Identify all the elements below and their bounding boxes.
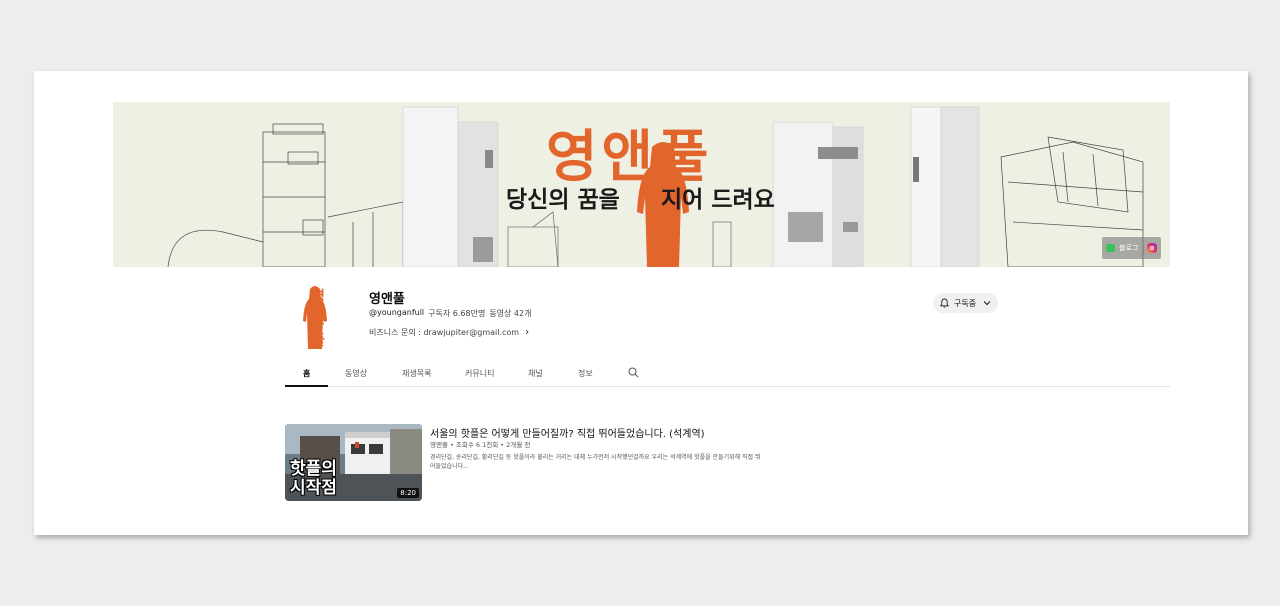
channel-avatar[interactable]: 영 앤 풀: [298, 281, 338, 351]
business-contact-text: 비즈니스 문의 : drawjupiter@gmail.com: [369, 328, 520, 337]
svg-text:앤: 앤: [312, 310, 325, 327]
chevron-right-icon: ›: [525, 327, 530, 338]
active-tab-underline: [285, 385, 328, 387]
chevron-down-icon: [983, 301, 991, 306]
tab-about[interactable]: 정보: [578, 368, 593, 379]
thumbnail-text-line2: 시작점: [290, 478, 337, 498]
business-contact-link[interactable]: 비즈니스 문의 : drawjupiter@gmail.com ›: [369, 327, 529, 338]
svg-text:풀: 풀: [312, 333, 325, 349]
instagram-icon[interactable]: [1147, 243, 1157, 253]
channel-tabs: 홈 동영상 재생목록 커뮤니티 채널 정보: [285, 361, 1170, 387]
channel-handle: @younganfull: [369, 308, 425, 317]
video-title[interactable]: 서울의 핫플은 어떻게 만들어질까? 직접 뛰어들었습니다. (석계역): [430, 425, 705, 440]
video-thumbnail[interactable]: 핫플의 시작점 8:20: [285, 424, 422, 501]
subscribed-label: 구독중: [954, 298, 977, 308]
tab-channels[interactable]: 채널: [528, 368, 543, 379]
thumbnail-text-line1: 핫플의: [290, 459, 337, 479]
channel-name: 영앤풀: [369, 292, 405, 307]
channel-meta: @younganfull 구독자 6.68만명 동영상 42개: [369, 308, 531, 319]
blog-link-label[interactable]: 블로그: [1119, 243, 1143, 253]
tab-videos[interactable]: 동영상: [345, 368, 367, 379]
subscribed-button[interactable]: 구독중: [933, 293, 998, 313]
channel-banner: 영앤풀 당신의 꿈을 지어 드려요 블로그: [113, 102, 1170, 267]
banner-tagline-right: 지어 드려요: [661, 187, 775, 213]
tab-home[interactable]: 홈: [303, 368, 310, 379]
banner-tagline-left: 당신의 꿈을: [506, 187, 620, 213]
video-count: 동영상 42개: [489, 309, 532, 318]
svg-text:영: 영: [312, 288, 325, 305]
channel-page: 영앤풀 당신의 꿈을 지어 드려요 블로그 영 앤 풀 영앤풀 @youngan…: [34, 71, 1248, 535]
tab-playlists[interactable]: 재생목록: [402, 368, 431, 379]
video-duration: 8:20: [397, 488, 419, 498]
tab-community[interactable]: 커뮤니티: [465, 368, 494, 379]
search-icon[interactable]: [628, 367, 639, 378]
naver-blog-icon[interactable]: [1106, 244, 1115, 252]
video-meta: 영앤풀 • 조회수 6.1천회 • 2개월 전: [430, 441, 531, 449]
banner-links: 블로그: [1102, 237, 1161, 259]
subscriber-count: 구독자 6.68만명: [428, 309, 486, 318]
video-description: 경리단길, 송리단길, 황리단길 등 핫플이라 불리는 거리는 대체 누가먼저 …: [430, 454, 761, 470]
bell-icon: [940, 298, 949, 308]
